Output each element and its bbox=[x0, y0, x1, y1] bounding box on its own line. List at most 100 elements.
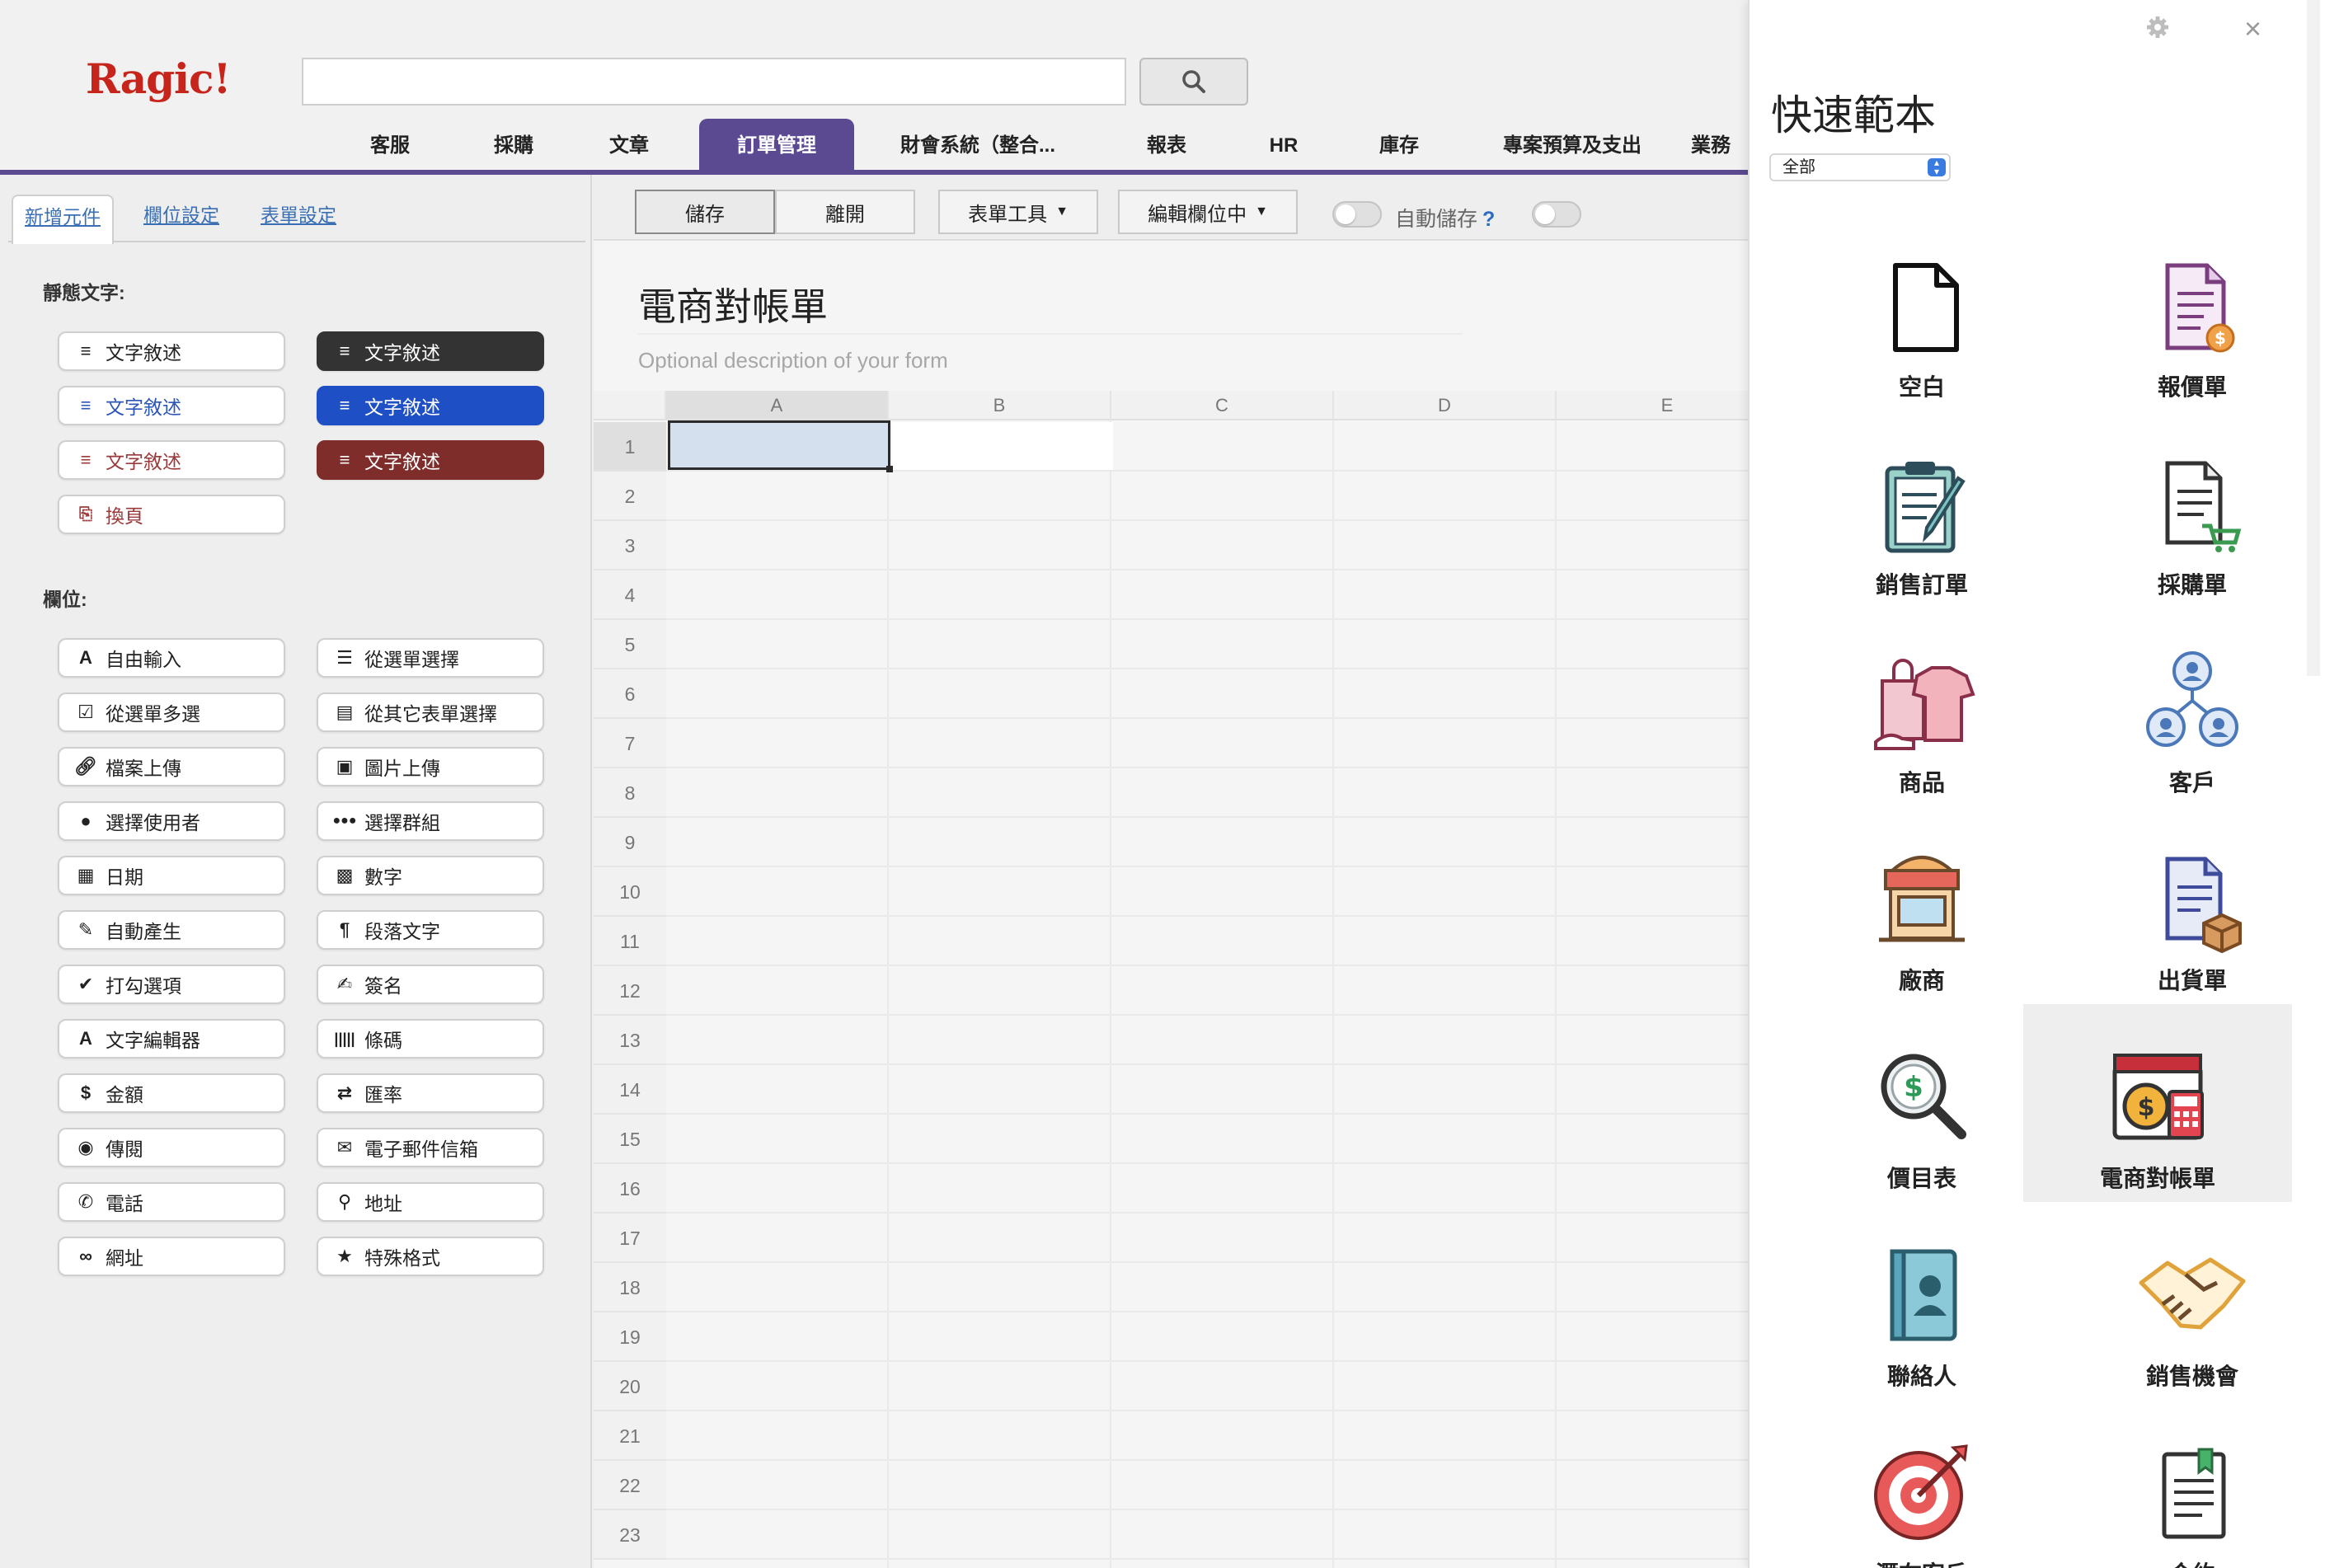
field-free-text[interactable]: A 自由輸入 bbox=[58, 638, 285, 678]
field-select-user[interactable]: ● 選擇使用者 bbox=[58, 801, 285, 841]
tab-customer-service[interactable]: 客服 bbox=[353, 119, 427, 170]
field-date[interactable]: ▦ 日期 bbox=[58, 856, 285, 895]
row-header[interactable]: 5 bbox=[594, 620, 666, 669]
template-shipping[interactable]: 出貨單 bbox=[2058, 816, 2325, 1014]
row-header[interactable]: 18 bbox=[594, 1263, 666, 1312]
tab-reports[interactable]: 報表 bbox=[1130, 119, 1204, 170]
row-header[interactable]: 13 bbox=[594, 1016, 666, 1065]
static-text-blue-outline[interactable]: ≡ 文字敘述 bbox=[58, 386, 285, 425]
row-header[interactable]: 17 bbox=[594, 1214, 666, 1263]
field-checkbox[interactable]: ✔ 打勾選項 bbox=[58, 965, 285, 1004]
row-header[interactable]: 3 bbox=[594, 521, 666, 570]
help-icon[interactable]: ? bbox=[1482, 208, 1495, 231]
row-header[interactable]: 10 bbox=[594, 867, 666, 917]
column-header[interactable]: B bbox=[889, 391, 1111, 420]
template-customers[interactable]: 客戶 bbox=[2058, 618, 2325, 816]
field-exchange-rate[interactable]: ⇄ 匯率 bbox=[317, 1073, 544, 1113]
row-header[interactable]: 14 bbox=[594, 1065, 666, 1115]
field-select-list[interactable]: ☰ 從選單選擇 bbox=[317, 638, 544, 678]
template-contracts[interactable]: 合約 bbox=[2058, 1410, 2325, 1568]
tab-sales[interactable]: 業務 bbox=[1674, 119, 1748, 170]
form-title-input[interactable]: 電商對帳單 bbox=[638, 277, 1463, 335]
template-purchase-order[interactable]: 採購單 bbox=[2058, 420, 2325, 618]
field-rich-text[interactable]: A 文字編輯器 bbox=[58, 1019, 285, 1059]
row-header[interactable]: 4 bbox=[594, 570, 666, 620]
field-phone[interactable]: ✆ 電話 bbox=[58, 1182, 285, 1222]
tab-order-management[interactable]: 訂單管理 bbox=[699, 119, 854, 170]
template-vendors[interactable]: 廠商 bbox=[1787, 816, 2056, 1014]
field-multi-select[interactable]: ☑ 從選單多選 bbox=[58, 692, 285, 732]
grid-cell-b1[interactable] bbox=[892, 422, 1113, 470]
form-description-input[interactable]: Optional description of your form bbox=[638, 348, 948, 373]
row-header[interactable]: 8 bbox=[594, 768, 666, 818]
field-image-upload[interactable]: ▣ 圖片上傳 bbox=[317, 747, 544, 786]
template-leads[interactable]: 潛在客戶 bbox=[1787, 1410, 2056, 1568]
template-price-list[interactable]: $ 價目表 bbox=[1787, 1014, 2056, 1212]
tab-form-settings[interactable]: 表單設定 bbox=[249, 195, 348, 242]
template-ecommerce-statement[interactable]: $ 電商對帳單 bbox=[2023, 1004, 2292, 1202]
static-text-dark[interactable]: ≡ 文字敘述 bbox=[317, 331, 544, 371]
tab-project-budget[interactable]: 專案預算及支出 bbox=[1494, 119, 1651, 170]
static-text-blue[interactable]: ≡ 文字敘述 bbox=[317, 386, 544, 425]
page-break-button[interactable]: ⎘ 換頁 bbox=[58, 495, 285, 534]
template-sales-opportunity[interactable]: 銷售機會 bbox=[2058, 1212, 2325, 1410]
search-button[interactable] bbox=[1139, 58, 1248, 106]
template-quotation[interactable]: $ 報價單 bbox=[2058, 223, 2325, 420]
tab-accounting[interactable]: 財會系統（整合... bbox=[895, 119, 1060, 170]
template-contacts[interactable]: 聯絡人 bbox=[1787, 1212, 2056, 1410]
row-header[interactable]: 23 bbox=[594, 1510, 666, 1560]
field-url[interactable]: ∞ 網址 bbox=[58, 1237, 285, 1276]
column-header[interactable]: D bbox=[1334, 391, 1557, 420]
template-blank[interactable]: 空白 bbox=[1787, 223, 2056, 420]
row-header[interactable]: 15 bbox=[594, 1115, 666, 1164]
close-icon[interactable]: × bbox=[2244, 12, 2262, 46]
template-sales-order[interactable]: 銷售訂單 bbox=[1787, 420, 2056, 618]
static-text-red-outline[interactable]: ≡ 文字敘述 bbox=[58, 440, 285, 480]
row-header[interactable]: 20 bbox=[594, 1362, 666, 1411]
tab-field-settings[interactable]: 欄位設定 bbox=[132, 195, 231, 242]
tab-add-element[interactable]: 新增元件 bbox=[12, 195, 114, 244]
row-header[interactable]: 16 bbox=[594, 1164, 666, 1214]
tab-inventory[interactable]: 庫存 bbox=[1362, 119, 1436, 170]
row-header[interactable]: 7 bbox=[594, 719, 666, 768]
field-barcode[interactable]: ||||| 條碼 bbox=[317, 1019, 544, 1059]
field-money[interactable]: $ 金額 bbox=[58, 1073, 285, 1113]
field-number[interactable]: ▩ 數字 bbox=[317, 856, 544, 895]
leave-button[interactable]: 離開 bbox=[775, 190, 915, 234]
row-header[interactable]: 1 bbox=[594, 422, 666, 472]
template-filter-select[interactable]: 全部 ▴ ▾ bbox=[1769, 153, 1951, 181]
row-header[interactable]: 2 bbox=[594, 472, 666, 521]
field-file-upload[interactable]: 🔗︎ 檔案上傳 bbox=[58, 747, 285, 786]
field-link-other-form[interactable]: ▤ 從其它表單選擇 bbox=[317, 692, 544, 732]
edit-fields-dropdown[interactable]: 編輯欄位中 ▼ bbox=[1118, 190, 1298, 234]
field-signature[interactable]: ✍ 簽名 bbox=[317, 965, 544, 1004]
row-header[interactable]: 22 bbox=[594, 1461, 666, 1510]
toggle-switch-left[interactable] bbox=[1332, 201, 1382, 228]
row-header[interactable]: 21 bbox=[594, 1411, 666, 1461]
column-header[interactable]: E bbox=[1557, 391, 1748, 420]
row-header[interactable]: 19 bbox=[594, 1312, 666, 1362]
field-paragraph[interactable]: ¶ 段落文字 bbox=[317, 910, 544, 950]
field-auto-generate[interactable]: ✎ 自動產生 bbox=[58, 910, 285, 950]
column-header[interactable]: C bbox=[1111, 391, 1334, 420]
row-header[interactable]: 6 bbox=[594, 669, 666, 719]
save-button[interactable]: 儲存 bbox=[635, 190, 775, 234]
tab-articles[interactable]: 文章 bbox=[592, 119, 666, 170]
column-header[interactable]: A bbox=[666, 391, 889, 420]
field-address[interactable]: ⚲ 地址 bbox=[317, 1182, 544, 1222]
template-products[interactable]: 商品 bbox=[1787, 618, 2056, 816]
tab-hr[interactable]: HR bbox=[1247, 119, 1321, 170]
static-text-red[interactable]: ≡ 文字敘述 bbox=[317, 440, 544, 480]
field-email[interactable]: ✉ 電子郵件信箱 bbox=[317, 1128, 544, 1167]
autosave-toggle[interactable] bbox=[1532, 201, 1581, 228]
fill-handle[interactable] bbox=[886, 466, 893, 472]
field-select-group[interactable]: ●●● 選擇群組 bbox=[317, 801, 544, 841]
row-header[interactable]: 11 bbox=[594, 917, 666, 966]
row-header[interactable]: 9 bbox=[594, 818, 666, 867]
field-special-format[interactable]: ★ 特殊格式 bbox=[317, 1237, 544, 1276]
field-circulate[interactable]: ◉ 傳閱 bbox=[58, 1128, 285, 1167]
search-input[interactable] bbox=[302, 58, 1126, 106]
row-header[interactable]: 12 bbox=[594, 966, 666, 1016]
static-text-light[interactable]: ≡ 文字敘述 bbox=[58, 331, 285, 371]
gear-icon[interactable] bbox=[2145, 15, 2170, 44]
